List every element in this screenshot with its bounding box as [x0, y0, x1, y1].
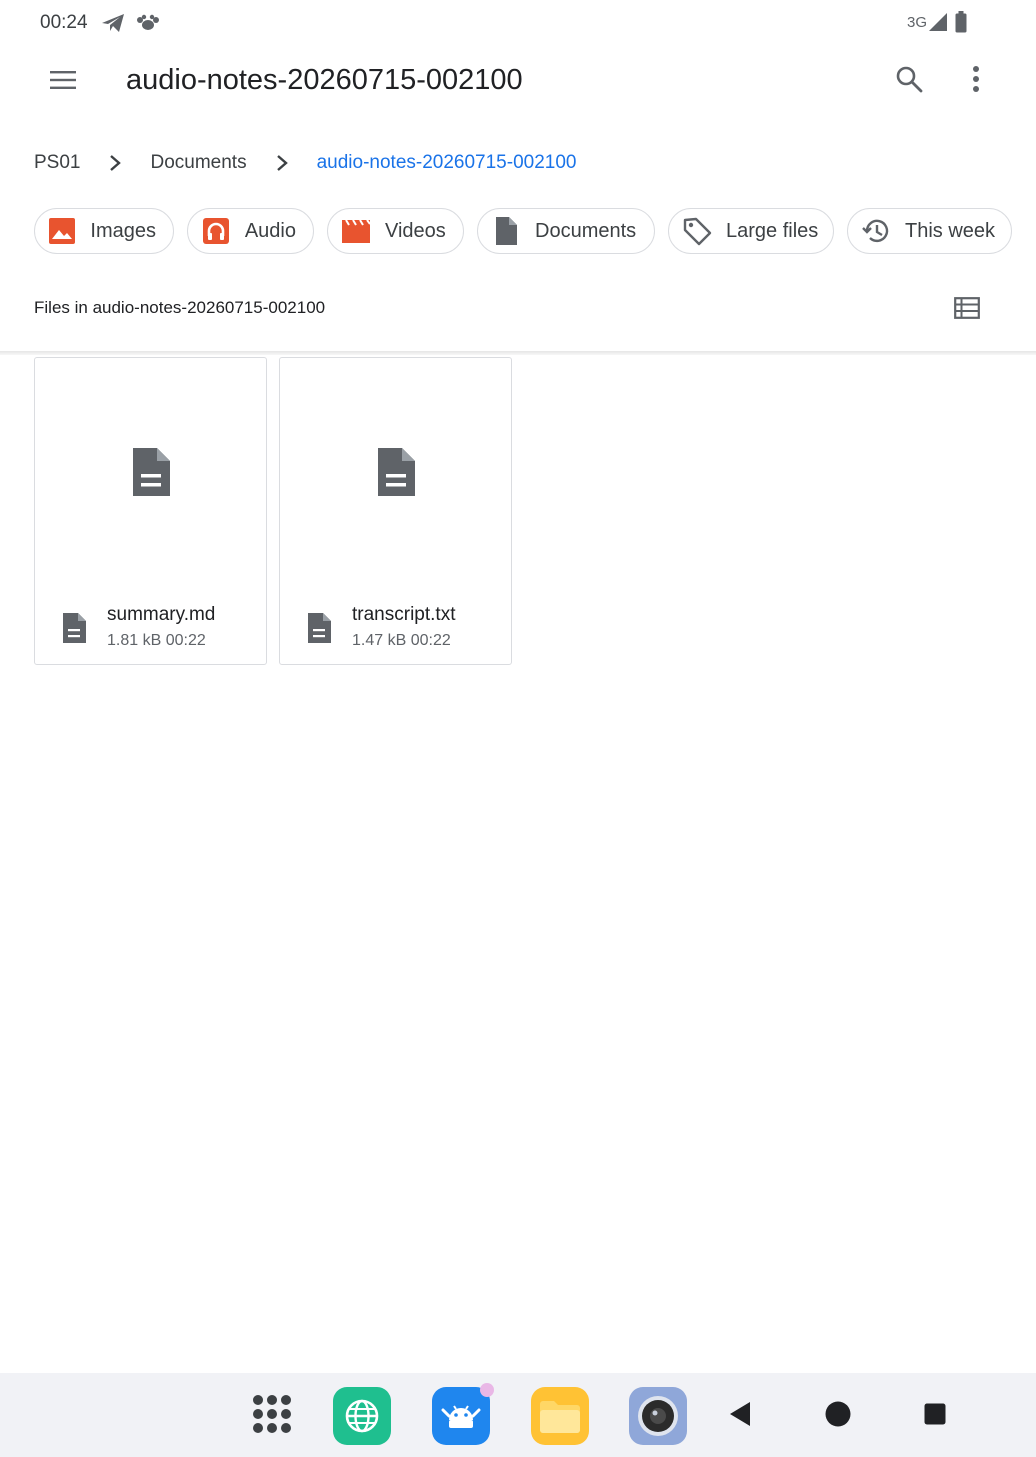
app-bar: audio-notes-20260715-002100	[0, 46, 1036, 118]
view-toggle-button[interactable]	[948, 292, 986, 328]
chip-label: Documents	[535, 219, 637, 242]
home-icon	[825, 1401, 851, 1432]
file-card-transcript[interactable]: transcript.txt 1.47 kB 00:22	[279, 357, 512, 665]
android-app[interactable]	[431, 1383, 494, 1446]
document-icon	[306, 612, 332, 646]
globe-icon	[333, 1387, 391, 1445]
chevron-right-icon	[269, 154, 295, 172]
chip-audio[interactable]: Audio	[187, 208, 314, 254]
chip-documents[interactable]: Documents	[477, 208, 655, 254]
taskbar	[0, 1373, 1036, 1457]
folder-icon	[531, 1387, 589, 1445]
chip-this-week[interactable]: This week	[847, 208, 1012, 254]
file-name: transcript.txt	[352, 604, 456, 625]
battery-icon	[955, 11, 967, 38]
chip-label: Large files	[726, 219, 819, 242]
breadcrumb: PS01 Documents audio-notes-20260715-0021…	[34, 148, 576, 178]
file-info: 1.47 kB 00:22	[352, 632, 451, 649]
file-meta: transcript.txt 1.47 kB 00:22	[306, 604, 455, 650]
chip-label: Videos	[385, 219, 446, 242]
image-icon	[48, 216, 76, 246]
clapperboard-icon	[341, 216, 371, 246]
menu-button[interactable]	[40, 64, 86, 100]
menu-icon	[49, 70, 77, 95]
chevron-right-icon	[102, 154, 128, 172]
chip-videos[interactable]: Videos	[327, 208, 464, 254]
page-title: audio-notes-20260715-002100	[126, 64, 523, 96]
recents-button[interactable]	[905, 1386, 965, 1446]
file-thumbnail	[280, 446, 511, 503]
back-icon	[728, 1401, 752, 1432]
browser-app[interactable]	[332, 1386, 392, 1446]
file-info: 1.81 kB 00:22	[107, 632, 206, 649]
notification-dot	[480, 1383, 494, 1397]
status-time: 00:24	[40, 12, 88, 33]
camera-icon	[629, 1387, 687, 1445]
back-button[interactable]	[710, 1386, 770, 1446]
breadcrumb-item-documents[interactable]: Documents	[150, 152, 246, 174]
android-icon	[432, 1383, 494, 1445]
chip-label: Audio	[244, 219, 296, 242]
section-title: Files in audio-notes-20260715-002100	[34, 298, 326, 317]
signal-icon	[928, 12, 948, 37]
file-name: summary.md	[107, 604, 216, 625]
tag-icon	[682, 216, 712, 246]
more-options-button[interactable]	[956, 60, 996, 102]
paw-icon	[136, 14, 160, 37]
document-icon	[130, 446, 172, 503]
camera-app[interactable]	[628, 1386, 688, 1446]
recents-icon	[924, 1403, 946, 1430]
headphones-icon	[201, 216, 231, 246]
file-card-summary[interactable]: summary.md 1.81 kB 00:22	[34, 357, 267, 665]
telegram-icon	[100, 12, 126, 39]
search-button[interactable]	[888, 60, 930, 102]
chip-label: Images	[90, 219, 156, 242]
document-icon	[491, 216, 521, 246]
file-grid: summary.md 1.81 kB 00:22 transcript.txt …	[34, 357, 512, 665]
more-vert-icon	[972, 65, 980, 98]
breadcrumb-item-ps01[interactable]: PS01	[34, 152, 80, 174]
home-button[interactable]	[808, 1386, 868, 1446]
chip-large-files[interactable]: Large files	[668, 208, 834, 254]
document-icon	[375, 446, 417, 503]
search-icon	[895, 65, 923, 98]
file-meta: summary.md 1.81 kB 00:22	[61, 604, 215, 650]
header-divider	[0, 351, 1036, 355]
grid-dots-icon	[251, 1393, 293, 1440]
filter-chips: Images Audio Videos Documents Large file…	[34, 208, 1012, 254]
document-icon	[61, 612, 87, 646]
app-drawer-button[interactable]	[242, 1386, 302, 1446]
list-view-icon	[954, 296, 980, 324]
network-type: 3G	[907, 14, 928, 31]
breadcrumb-item-current[interactable]: audio-notes-20260715-002100	[317, 152, 577, 174]
chip-images[interactable]: Images	[34, 208, 174, 254]
history-icon	[861, 216, 891, 246]
file-thumbnail	[35, 446, 266, 503]
status-bar: 00:24 3G	[0, 0, 1036, 46]
files-app[interactable]	[530, 1386, 590, 1446]
chip-label: This week	[905, 219, 996, 242]
